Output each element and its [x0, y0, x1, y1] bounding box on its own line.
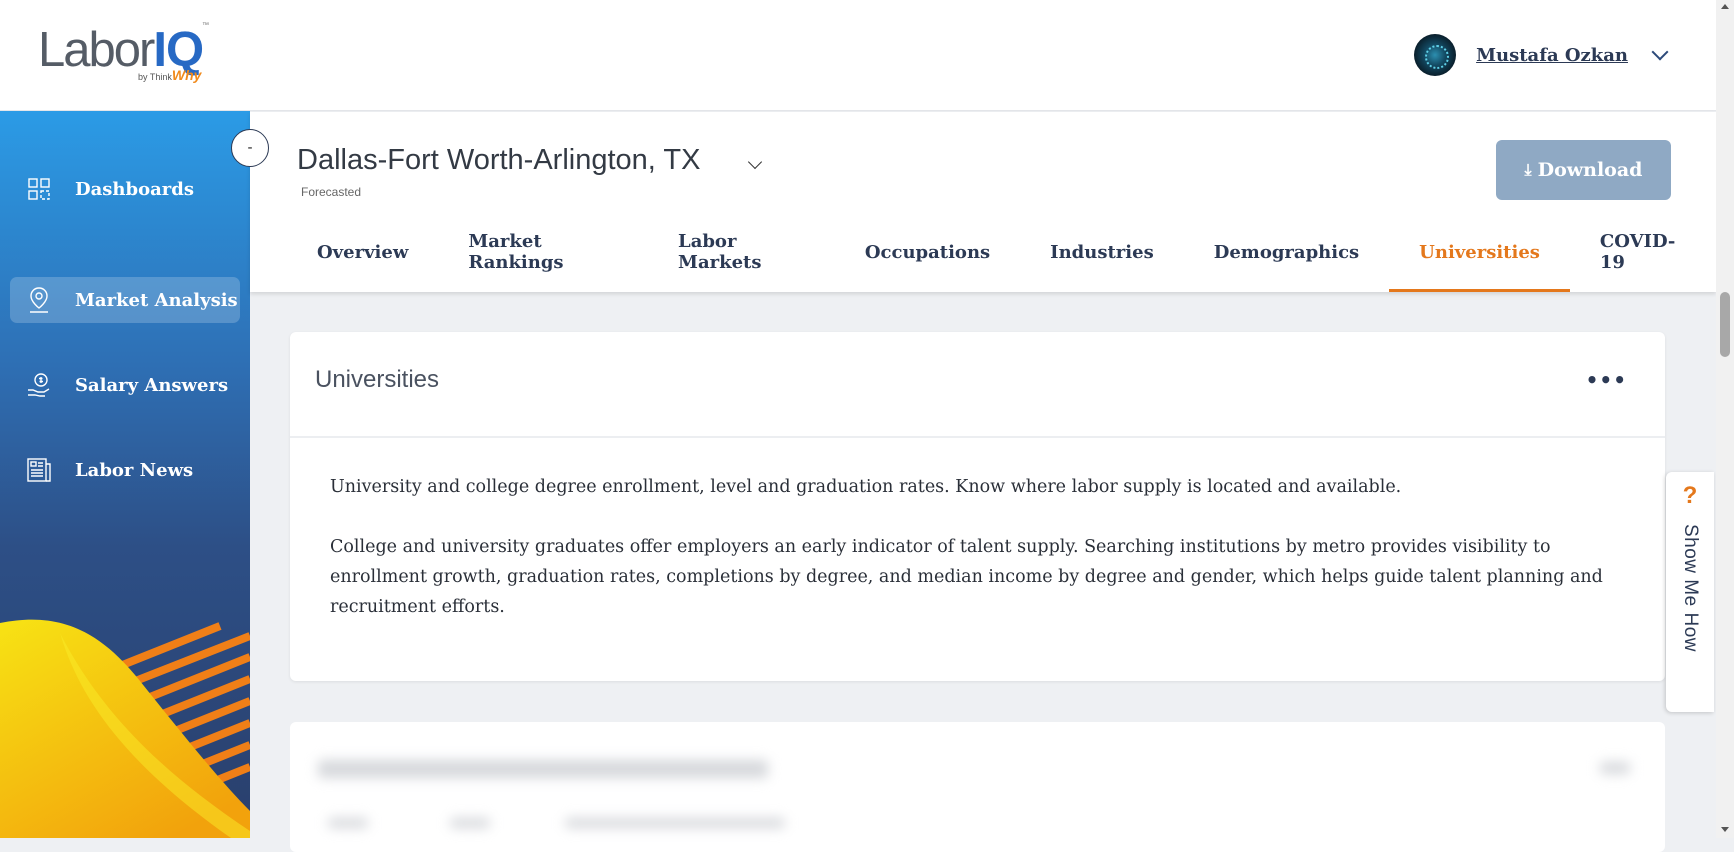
content-header: Dallas-Fort Worth-Arlington, TX Forecast… — [250, 112, 1716, 292]
sidebar-item-labor-news[interactable]: Labor News — [10, 447, 240, 493]
location-title[interactable]: Dallas-Fort Worth-Arlington, TX — [297, 144, 700, 177]
download-button[interactable]: ⤓ Download — [1496, 140, 1671, 200]
help-icon: ? — [1682, 482, 1698, 509]
tab-labor-markets[interactable]: Labor Markets — [648, 212, 835, 292]
tab-demographics[interactable]: Demographics — [1184, 212, 1389, 292]
divider — [290, 436, 1665, 438]
user-name-link[interactable]: Mustafa Ozkan — [1476, 45, 1628, 66]
sidebar-item-salary-answers[interactable]: Salary Answers — [10, 362, 240, 408]
placeholder-bar — [450, 818, 490, 828]
tab-occupations[interactable]: Occupations — [835, 212, 1020, 292]
universities-card: Universities ••• University and college … — [290, 332, 1665, 681]
sidebar-item-label: Salary Answers — [75, 374, 229, 396]
sidebar-item-dashboards[interactable]: Dashboards — [10, 166, 240, 212]
logo-trademark: ™ — [202, 22, 209, 29]
chevron-down-icon[interactable] — [747, 154, 763, 170]
card-description-intro: University and college degree enrollment… — [330, 477, 1402, 497]
scroll-up-arrow-icon[interactable] — [1721, 4, 1729, 9]
logo-why: Why — [171, 67, 202, 83]
laboriq-logo[interactable]: LaborIQ ™ by ThinkWhy — [38, 22, 218, 92]
tab-industries[interactable]: Industries — [1020, 212, 1184, 292]
chevron-down-icon[interactable] — [1651, 43, 1669, 61]
tab-overview[interactable]: Overview — [250, 212, 438, 292]
logo-text: Labor — [38, 23, 155, 77]
tab-market-rankings[interactable]: Market Rankings — [438, 212, 648, 292]
placeholder-bar — [565, 818, 785, 828]
tab-covid-19[interactable]: COVID-19 — [1570, 212, 1716, 292]
grid-icon — [18, 174, 60, 204]
tab-bar: Overview Market Rankings Labor Markets O… — [250, 212, 1716, 292]
loading-card — [290, 722, 1665, 852]
sidebar-item-market-analysis[interactable]: Market Analysis — [10, 277, 240, 323]
money-hand-icon — [18, 370, 60, 400]
top-bar: LaborIQ ™ by ThinkWhy Mustafa Ozkan — [0, 0, 1716, 111]
sidebar-collapse-button[interactable]: - — [231, 129, 269, 167]
scroll-thumb[interactable] — [1720, 292, 1730, 357]
show-me-how-label: Show Me How — [1680, 524, 1701, 652]
more-options-icon[interactable]: ••• — [1586, 368, 1627, 392]
placeholder-bar — [1600, 762, 1630, 774]
sidebar-item-label: Market Analysis — [75, 289, 238, 311]
location-pin-icon — [18, 285, 60, 315]
scroll-down-arrow-icon[interactable] — [1721, 827, 1729, 832]
sidebar-decoration — [0, 619, 250, 838]
placeholder-bar — [318, 760, 768, 778]
tab-universities[interactable]: Universities — [1389, 212, 1570, 292]
sidebar-item-label: Labor News — [75, 459, 194, 481]
logo-by: by Think — [138, 72, 172, 82]
download-label: Download — [1537, 159, 1643, 181]
show-me-how-tab[interactable]: ? Show Me How — [1666, 472, 1714, 712]
sidebar-item-label: Dashboards — [75, 178, 194, 200]
card-description-detail: College and university graduates offer e… — [330, 537, 1603, 617]
sidebar: Dashboards Market Analysis Salary Answer… — [0, 111, 250, 838]
card-title: Universities — [315, 366, 440, 393]
avatar[interactable] — [1414, 34, 1457, 76]
download-icon: ⤓ — [1524, 160, 1532, 179]
scrollbar[interactable] — [1716, 0, 1734, 838]
forecast-label: Forecasted — [301, 185, 362, 199]
newspaper-icon — [18, 455, 60, 485]
user-menu[interactable]: Mustafa Ozkan — [1414, 34, 1669, 76]
placeholder-bar — [328, 818, 368, 828]
